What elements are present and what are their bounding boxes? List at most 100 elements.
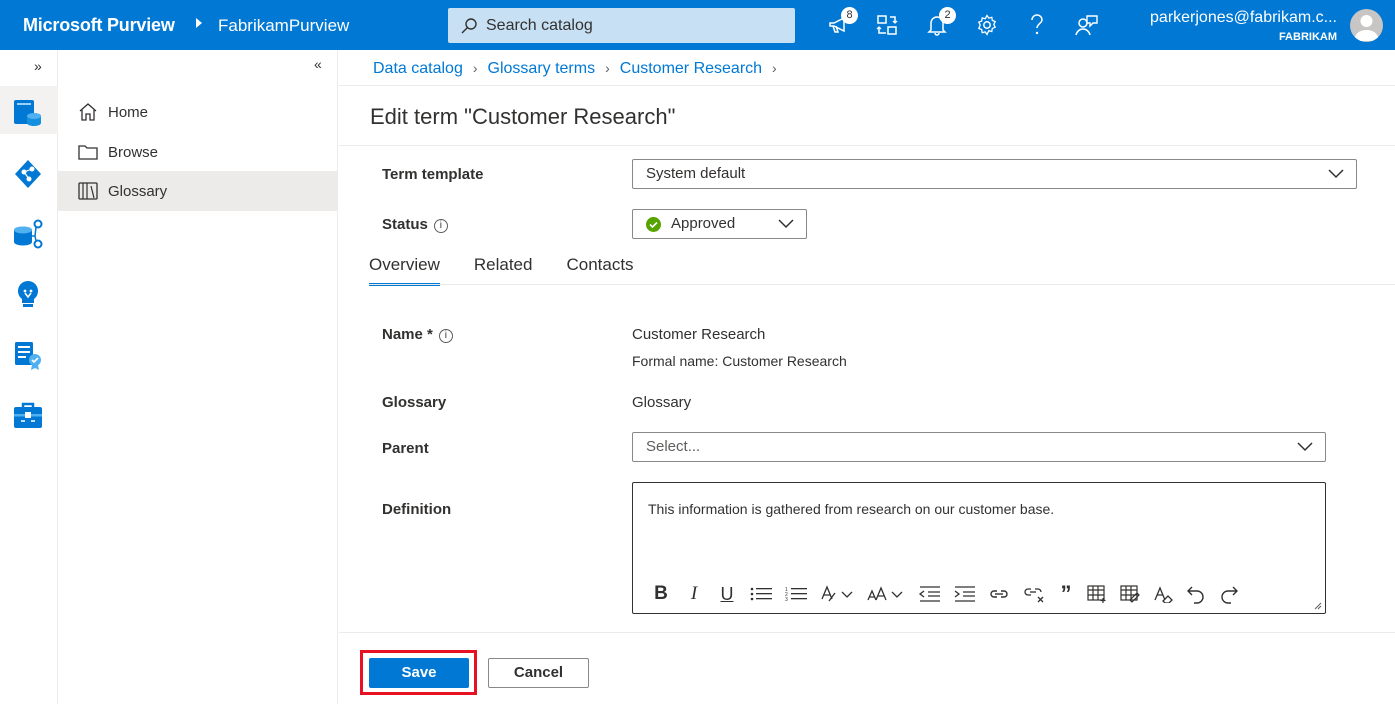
- info-icon[interactable]: i: [433, 219, 448, 233]
- name-label: Name *: [382, 326, 433, 343]
- divider: [339, 85, 1395, 86]
- divider: [339, 632, 1395, 633]
- user-email: parkerjones@fabrikam.c...: [1150, 9, 1337, 26]
- status-label-wrap: Status i: [382, 216, 448, 233]
- font-size-icon[interactable]: [867, 583, 905, 605]
- insights-icon[interactable]: [12, 279, 44, 311]
- font-color-icon[interactable]: [820, 583, 854, 605]
- italic-icon[interactable]: I: [684, 583, 704, 605]
- chevron-down-icon: [778, 219, 794, 229]
- person-icon: [1354, 15, 1379, 41]
- gear-icon: [977, 14, 997, 36]
- data-estate-icon[interactable]: [12, 218, 44, 250]
- redo-icon[interactable]: [1219, 583, 1239, 605]
- chevron-down-icon: [1328, 169, 1344, 179]
- svg-text:3: 3: [785, 597, 788, 602]
- alerts-button[interactable]: 2: [924, 7, 956, 38]
- main-content: Data catalog › Glossary terms › Customer…: [339, 50, 1395, 704]
- nav-item-label: Browse: [108, 143, 159, 161]
- nav-item-home[interactable]: Home: [58, 92, 337, 132]
- term-template-label: Term template: [382, 166, 484, 183]
- breadcrumb-data-catalog[interactable]: Data catalog: [373, 60, 463, 78]
- numbered-list-icon[interactable]: 123: [785, 583, 807, 605]
- nav-item-glossary[interactable]: Glossary: [58, 171, 337, 211]
- clear-formatting-icon[interactable]: [1153, 583, 1173, 605]
- breadcrumb: Data catalog › Glossary terms › Customer…: [373, 60, 787, 78]
- nav-item-label: Home: [108, 103, 149, 121]
- parent-dropdown[interactable]: Select...: [632, 432, 1326, 462]
- cancel-button[interactable]: Cancel: [488, 658, 589, 688]
- nav-panel: « Home Browse Glossary: [58, 50, 338, 704]
- feedback-icon: [1075, 15, 1098, 36]
- breadcrumb-customer-research[interactable]: Customer Research: [620, 60, 762, 78]
- notifications-button[interactable]: 8: [826, 7, 858, 38]
- book-icon: [78, 181, 98, 201]
- parent-placeholder: Select...: [646, 438, 701, 455]
- table-edit-icon[interactable]: [1120, 583, 1140, 605]
- folder-icon: [78, 142, 98, 162]
- unlink-icon[interactable]: [1023, 583, 1045, 605]
- editor-toolbar: B I U 123 ”: [651, 583, 1252, 605]
- status-label: Status: [382, 216, 428, 233]
- breadcrumb-glossary-terms[interactable]: Glossary terms: [488, 60, 596, 78]
- switch-directory-button[interactable]: [874, 12, 900, 38]
- feedback-button[interactable]: [1074, 12, 1100, 38]
- tab-contacts[interactable]: Contacts: [566, 255, 633, 286]
- caret-right-icon: [196, 18, 202, 28]
- user-org: FABRIKAM: [1278, 31, 1337, 43]
- search-placeholder: Search catalog: [486, 17, 593, 34]
- app-brand[interactable]: Microsoft Purview: [23, 15, 175, 36]
- tab-overview[interactable]: Overview: [369, 255, 440, 286]
- help-icon: [1031, 14, 1043, 35]
- bold-icon[interactable]: B: [651, 583, 671, 605]
- chevron-right-icon: ›: [472, 60, 478, 76]
- chevron-down-icon: [1297, 442, 1313, 452]
- bullet-list-icon[interactable]: [750, 583, 772, 605]
- save-button[interactable]: Save: [369, 658, 469, 688]
- check-circle-icon: [646, 217, 661, 232]
- chevron-right-icon: ›: [605, 60, 610, 76]
- table-icon[interactable]: [1087, 583, 1107, 605]
- decrease-indent-icon[interactable]: [918, 583, 940, 605]
- nav-item-browse[interactable]: Browse: [58, 132, 337, 172]
- search-input[interactable]: Search catalog: [448, 8, 795, 43]
- tab-related[interactable]: Related: [474, 255, 533, 286]
- tenant-name[interactable]: FabrikamPurview: [218, 16, 349, 36]
- top-bar: Microsoft Purview FabrikamPurview Search…: [0, 0, 1395, 50]
- resize-handle-icon[interactable]: [1314, 602, 1322, 610]
- account-info[interactable]: parkerjones@fabrikam.c... FABRIKAM: [1150, 8, 1337, 43]
- info-icon[interactable]: i: [438, 329, 453, 343]
- chevron-right-icon: ›: [772, 60, 777, 76]
- term-template-dropdown[interactable]: System default: [632, 159, 1357, 189]
- undo-icon[interactable]: [1186, 583, 1206, 605]
- glossary-value: Glossary: [632, 394, 692, 411]
- nav-item-label: Glossary: [108, 182, 168, 200]
- name-label-wrap: Name * i: [382, 326, 453, 343]
- definition-text[interactable]: This information is gathered from resear…: [648, 501, 1054, 517]
- formal-name: Formal name: Customer Research: [632, 353, 847, 369]
- expand-rail-icon[interactable]: »: [34, 58, 42, 74]
- directory-switch-icon: [876, 15, 898, 35]
- definition-editor[interactable]: This information is gathered from resear…: [632, 482, 1326, 614]
- management-icon[interactable]: [12, 399, 44, 431]
- parent-label: Parent: [382, 440, 429, 457]
- alerts-badge: 2: [939, 7, 956, 24]
- definition-label: Definition: [382, 501, 452, 518]
- quote-icon[interactable]: ”: [1058, 583, 1074, 605]
- increase-indent-icon[interactable]: [953, 583, 975, 605]
- underline-icon[interactable]: U: [717, 583, 737, 605]
- link-icon[interactable]: [988, 583, 1010, 605]
- data-catalog-icon[interactable]: [12, 97, 44, 129]
- tab-bar: Overview Related Contacts: [369, 255, 668, 286]
- settings-button[interactable]: [974, 12, 1000, 38]
- policy-icon[interactable]: [12, 339, 44, 371]
- help-button[interactable]: [1024, 12, 1050, 38]
- divider: [339, 145, 1395, 146]
- data-map-icon[interactable]: [12, 158, 44, 190]
- notifications-badge: 8: [841, 7, 858, 24]
- status-dropdown[interactable]: Approved: [632, 209, 807, 239]
- name-value: Customer Research: [632, 326, 766, 343]
- collapse-nav-icon[interactable]: «: [314, 56, 322, 72]
- search-icon: [460, 17, 478, 35]
- avatar[interactable]: [1350, 9, 1383, 42]
